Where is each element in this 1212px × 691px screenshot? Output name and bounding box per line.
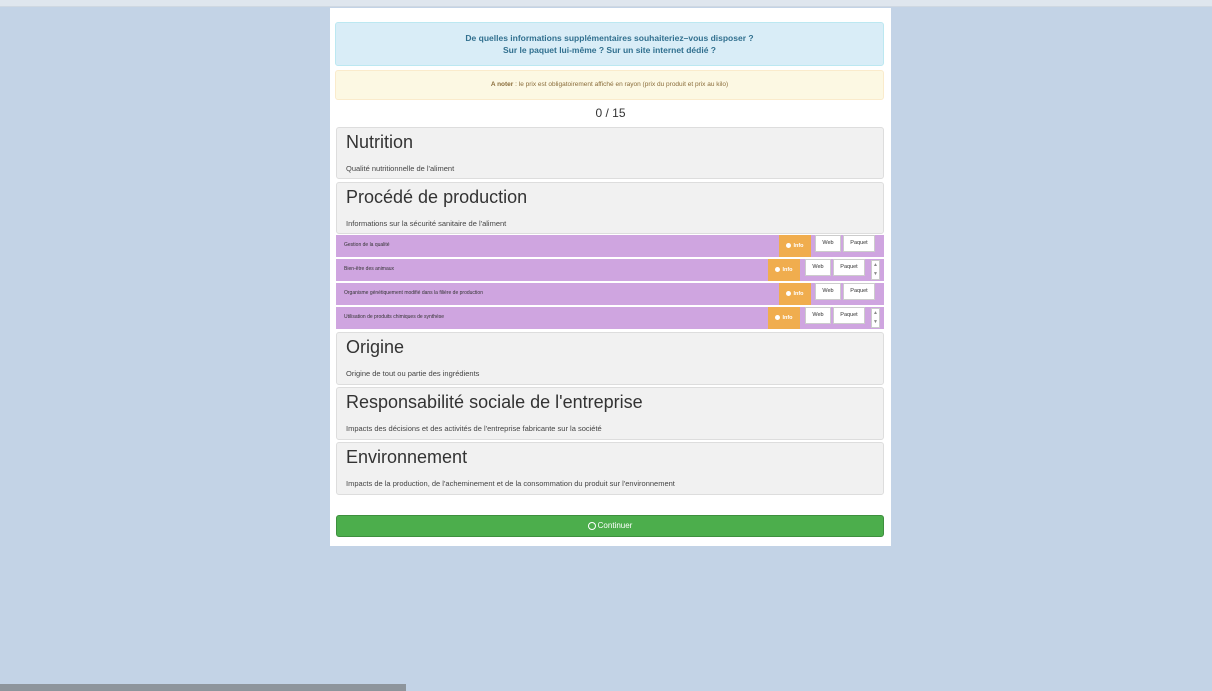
info-button[interactable]: Info xyxy=(768,259,800,281)
subitem-row: Utilisation de produits chimiques de syn… xyxy=(336,307,884,330)
spin-down-icon[interactable]: ▼ xyxy=(872,270,879,279)
rank-spinner[interactable]: ▲ ▼ xyxy=(871,260,880,280)
category-nutrition[interactable]: Nutrition Qualité nutritionnelle de l'al… xyxy=(336,127,884,179)
category-social-responsibility[interactable]: Responsabilité sociale de l'entreprise I… xyxy=(336,387,884,440)
info-label: Info xyxy=(782,267,793,273)
subitem-row: Bien-être des animaux Info Web Paquet ▲ … xyxy=(336,259,884,282)
continue-button[interactable]: Continuer xyxy=(336,515,884,537)
category-title: Origine xyxy=(346,337,405,357)
info-circle-icon xyxy=(786,291,792,297)
category-description: Origine de tout ou partie des ingrédient… xyxy=(346,369,480,378)
question-line-1: De quelles informations supplémentaires … xyxy=(465,33,754,43)
web-button[interactable]: Web xyxy=(815,235,841,252)
note-prefix: A noter xyxy=(490,81,514,88)
spin-down-icon[interactable]: ▼ xyxy=(872,318,879,327)
question-line-2: Sur le paquet lui-même ? Sur un site int… xyxy=(502,45,716,55)
continue-label: Continuer xyxy=(597,521,633,530)
info-button[interactable]: Info xyxy=(768,307,800,329)
note-alert: A noter : le prix est obligatoirement af… xyxy=(335,70,884,100)
selection-counter: 0 / 15 xyxy=(595,106,626,120)
category-description: Qualité nutritionnelle de l'aliment xyxy=(346,164,455,173)
info-button[interactable]: Info xyxy=(779,283,811,305)
category-title: Procédé de production xyxy=(346,187,528,207)
info-label: Info xyxy=(793,243,804,249)
category-description: Impacts de la production, de l'acheminem… xyxy=(346,479,675,488)
browser-status-bar xyxy=(0,684,406,691)
check-circle-icon xyxy=(587,521,596,530)
survey-page: De quelles informations supplémentaires … xyxy=(330,8,891,546)
info-circle-icon xyxy=(775,267,781,273)
subitem-label: Bien-être des animaux xyxy=(344,266,395,272)
info-circle-icon xyxy=(775,315,781,321)
category-environment[interactable]: Environnement Impacts de la production, … xyxy=(336,442,884,495)
subitem-row: Organisme génétiquement modifié dans la … xyxy=(336,283,884,306)
note-text: : le prix est obligatoirement affiché en… xyxy=(513,81,729,88)
info-button[interactable]: Info xyxy=(779,235,811,257)
spin-up-icon[interactable]: ▲ xyxy=(872,261,879,270)
paquet-button[interactable]: Paquet xyxy=(833,259,865,276)
category-title: Responsabilité sociale de l'entreprise xyxy=(346,392,643,412)
category-production-process[interactable]: Procédé de production Informations sur l… xyxy=(336,182,884,234)
web-button[interactable]: Web xyxy=(805,259,831,276)
rank-spinner[interactable]: ▲ ▼ xyxy=(871,308,880,328)
paquet-button[interactable]: Paquet xyxy=(843,235,875,252)
question-alert: De quelles informations supplémentaires … xyxy=(335,22,884,66)
category-origin[interactable]: Origine Origine de tout ou partie des in… xyxy=(336,332,884,385)
info-label: Info xyxy=(782,315,793,321)
browser-top-edge xyxy=(0,0,1212,7)
subitem-label: Utilisation de produits chimiques de syn… xyxy=(344,314,445,320)
paquet-button[interactable]: Paquet xyxy=(843,283,875,300)
info-label: Info xyxy=(793,291,804,297)
subitem-row: Gestion de la qualité Info Web Paquet xyxy=(336,235,884,258)
paquet-button[interactable]: Paquet xyxy=(833,307,865,324)
subitem-label: Gestion de la qualité xyxy=(344,242,390,248)
category-description: Impacts des décisions et des activités d… xyxy=(346,424,602,433)
category-title: Environnement xyxy=(346,447,468,467)
category-title: Nutrition xyxy=(346,132,414,152)
web-button[interactable]: Web xyxy=(815,283,841,300)
subitem-label: Organisme génétiquement modifié dans la … xyxy=(344,290,483,296)
info-circle-icon xyxy=(786,243,792,249)
spin-up-icon[interactable]: ▲ xyxy=(872,309,879,318)
category-description: Informations sur la sécurité sanitaire d… xyxy=(346,219,507,228)
web-button[interactable]: Web xyxy=(805,307,831,324)
